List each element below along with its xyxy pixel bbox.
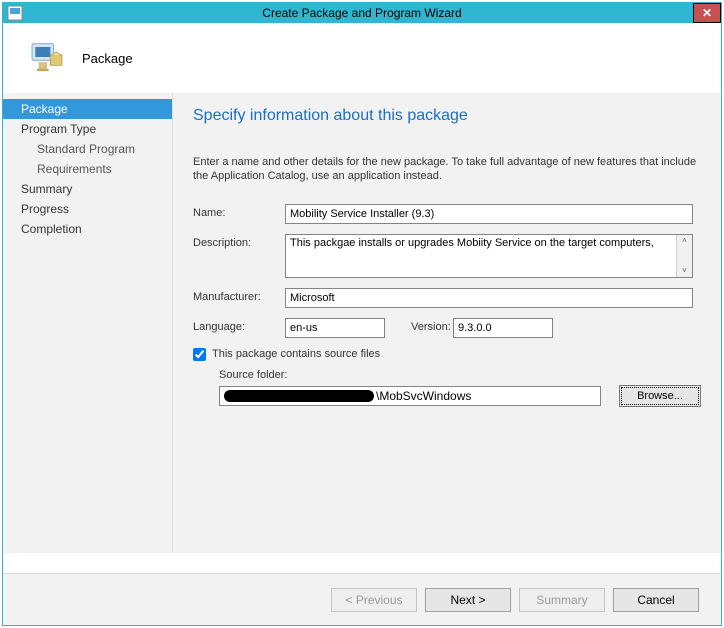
source-folder-area: Source folder: \MobSvcWindows Browse... bbox=[193, 369, 701, 407]
body-area: Package Program Type Standard Program Re… bbox=[3, 93, 721, 553]
wizard-window: Create Package and Program Wizard ✕ Pack… bbox=[2, 2, 722, 626]
description-text: This packgae installs or upgrades Mobiit… bbox=[286, 235, 676, 277]
sidebar-item-label: Requirements bbox=[37, 162, 112, 176]
close-button[interactable]: ✕ bbox=[693, 3, 721, 23]
close-icon: ✕ bbox=[702, 6, 712, 20]
package-icon bbox=[27, 37, 67, 80]
language-input[interactable] bbox=[285, 318, 385, 338]
wizard-sidebar: Package Program Type Standard Program Re… bbox=[3, 93, 173, 553]
language-label: Language: bbox=[193, 318, 285, 333]
description-input[interactable]: This packgae installs or upgrades Mobiit… bbox=[285, 234, 693, 278]
window-title: Create Package and Program Wizard bbox=[262, 6, 461, 20]
version-input[interactable] bbox=[453, 318, 553, 338]
scroll-up-icon: ˄ bbox=[682, 235, 687, 247]
sidebar-item-package[interactable]: Package bbox=[3, 99, 172, 119]
app-icon bbox=[7, 5, 23, 21]
manufacturer-label: Manufacturer: bbox=[193, 288, 285, 303]
sidebar-item-completion[interactable]: Completion bbox=[3, 219, 172, 239]
sidebar-item-program-type[interactable]: Program Type bbox=[3, 119, 172, 139]
sidebar-item-standard-program[interactable]: Standard Program bbox=[3, 139, 172, 159]
content-panel: Specify information about this package E… bbox=[173, 93, 721, 553]
redacted-path bbox=[224, 390, 374, 402]
version-label: Version: bbox=[385, 318, 453, 333]
scrollbar[interactable]: ˄ ˅ bbox=[676, 235, 692, 277]
scroll-down-icon: ˅ bbox=[682, 265, 687, 277]
manufacturer-input[interactable] bbox=[285, 288, 693, 308]
sidebar-item-label: Package bbox=[21, 102, 68, 116]
description-label: Description: bbox=[193, 234, 285, 249]
sidebar-item-label: Standard Program bbox=[37, 142, 135, 156]
name-label: Name: bbox=[193, 204, 285, 219]
source-files-checkbox-label[interactable]: This package contains source files bbox=[212, 348, 380, 360]
source-folder-suffix: \MobSvcWindows bbox=[376, 389, 471, 403]
source-folder-label: Source folder: bbox=[219, 369, 701, 381]
sidebar-item-label: Completion bbox=[21, 222, 82, 236]
name-input[interactable] bbox=[285, 204, 693, 224]
sidebar-item-label: Progress bbox=[21, 202, 69, 216]
source-files-checkbox[interactable] bbox=[193, 348, 206, 361]
sidebar-item-label: Program Type bbox=[21, 122, 96, 136]
summary-button: Summary bbox=[519, 588, 605, 612]
page-title: Specify information about this package bbox=[193, 107, 701, 125]
previous-button: < Previous bbox=[331, 588, 417, 612]
intro-text: Enter a name and other details for the n… bbox=[193, 155, 701, 184]
sidebar-item-label: Summary bbox=[21, 182, 72, 196]
browse-button[interactable]: Browse... bbox=[619, 385, 701, 407]
header-band: Package bbox=[3, 23, 721, 93]
source-folder-input[interactable]: \MobSvcWindows bbox=[219, 386, 601, 406]
sidebar-item-progress[interactable]: Progress bbox=[3, 199, 172, 219]
cancel-button[interactable]: Cancel bbox=[613, 588, 699, 612]
sidebar-item-summary[interactable]: Summary bbox=[3, 179, 172, 199]
sidebar-item-requirements[interactable]: Requirements bbox=[3, 159, 172, 179]
titlebar: Create Package and Program Wizard ✕ bbox=[3, 3, 721, 23]
footer: < Previous Next > Summary Cancel bbox=[3, 573, 721, 625]
next-button[interactable]: Next > bbox=[425, 588, 511, 612]
header-title: Package bbox=[82, 51, 133, 66]
